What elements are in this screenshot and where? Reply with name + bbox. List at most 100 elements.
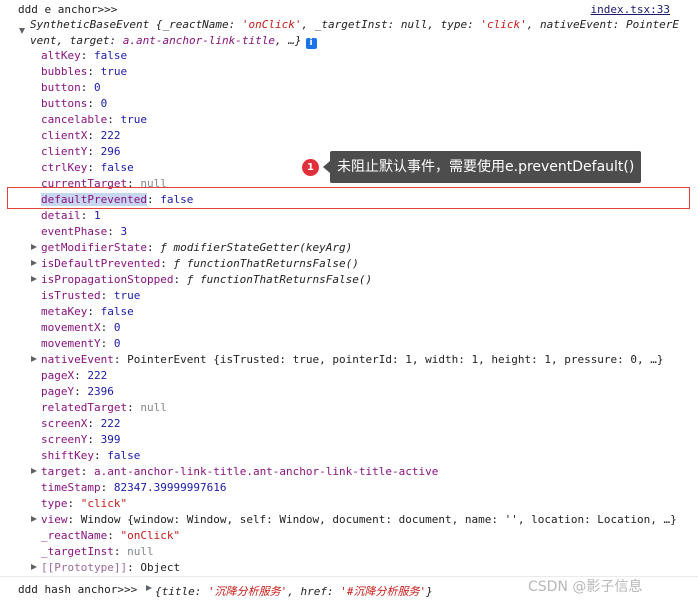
- property-value: null: [127, 545, 154, 558]
- property-key: detail: [41, 209, 81, 222]
- collapse-triangle-icon[interactable]: [19, 28, 25, 34]
- property-value: ƒ functionThatReturnsFalse(): [186, 273, 373, 286]
- property-row[interactable]: pageX: 222: [41, 368, 107, 384]
- key-separator: :: [93, 449, 108, 462]
- key-separator: :: [80, 49, 94, 62]
- property-row[interactable]: metaKey: false: [41, 304, 134, 320]
- key-separator: :: [146, 241, 161, 254]
- property-value: 0: [113, 321, 121, 334]
- property-row[interactable]: relatedTarget: null: [41, 400, 167, 416]
- property-key: relatedTarget: [41, 401, 128, 414]
- source-link[interactable]: index.tsx:33: [591, 3, 670, 16]
- property-key: buttons: [41, 97, 88, 110]
- property-row[interactable]: isTrusted: true: [41, 288, 140, 304]
- property-value: 0: [113, 337, 121, 350]
- summary-mid: , _targetInst: null, type:: [301, 18, 481, 31]
- hash-title-value: '沉降分析服务': [207, 585, 288, 598]
- property-value: 296: [100, 145, 121, 158]
- property-row[interactable]: type: "click": [41, 496, 127, 512]
- expand-triangle-icon[interactable]: [146, 585, 152, 591]
- property-row[interactable]: _targetInst: null: [41, 544, 154, 560]
- property-value: PointerEvent {isTrusted: true, pointerId…: [127, 353, 664, 366]
- property-row[interactable]: movementY: 0: [41, 336, 120, 352]
- expand-triangle-icon[interactable]: [31, 276, 37, 282]
- expand-triangle-icon[interactable]: [31, 564, 37, 570]
- summary-target: a.ant-anchor-link-title: [122, 34, 276, 47]
- summary-type: 'click': [480, 18, 527, 31]
- property-row[interactable]: getModifierState: ƒ modifierStateGetter(…: [41, 240, 352, 256]
- property-value: false: [100, 305, 134, 318]
- property-value: 0: [94, 81, 101, 94]
- property-value: true: [120, 113, 147, 126]
- property-key: pageY: [41, 385, 75, 398]
- key-separator: :: [160, 257, 174, 270]
- property-row[interactable]: pageY: 2396: [41, 384, 114, 400]
- hash-log-label: ddd hash anchor>>>: [18, 583, 138, 596]
- expand-triangle-icon[interactable]: [31, 468, 37, 474]
- property-row[interactable]: screenX: 222: [41, 416, 120, 432]
- hash-log-object[interactable]: {title: '沉降分析服务', href: '#沉降分析服务'}: [155, 583, 433, 599]
- property-value: "click": [80, 497, 128, 510]
- expand-triangle-icon[interactable]: [31, 244, 37, 250]
- info-icon[interactable]: i: [305, 38, 317, 49]
- property-row[interactable]: movementX: 0: [41, 320, 120, 336]
- key-separator: :: [113, 545, 128, 558]
- property-row[interactable]: cancelable: true: [41, 112, 147, 128]
- property-row[interactable]: shiftKey: false: [41, 448, 140, 464]
- property-key: type: [41, 497, 68, 510]
- annotation-number-badge: 1: [302, 159, 319, 176]
- property-value: 2396: [87, 385, 114, 398]
- expand-triangle-icon[interactable]: [31, 516, 37, 522]
- log-label: ddd e anchor>>>: [18, 3, 118, 16]
- property-row[interactable]: clientY: 296: [41, 144, 120, 160]
- property-value: 222: [87, 369, 108, 382]
- expand-triangle-icon[interactable]: [31, 356, 37, 362]
- property-value: ƒ functionThatReturnsFalse(): [173, 257, 359, 270]
- key-separator: :: [74, 369, 88, 382]
- property-key: [[Prototype]]: [41, 561, 128, 574]
- hash-href-value: '#沉降分析服务': [340, 585, 427, 598]
- property-key: pageX: [41, 369, 75, 382]
- property-row[interactable]: screenY: 399: [41, 432, 120, 448]
- property-row[interactable]: isPropagationStopped: ƒ functionThatRetu…: [41, 272, 372, 288]
- property-value: 222: [100, 417, 121, 430]
- property-value: Window {window: Window, self: Window, do…: [80, 513, 677, 526]
- property-row[interactable]: bubbles: true: [41, 64, 127, 80]
- callout-arrow: [323, 161, 330, 173]
- property-value: Object: [140, 561, 181, 574]
- key-separator: :: [80, 81, 94, 94]
- property-row[interactable]: [[Prototype]]: Object: [41, 560, 180, 576]
- key-separator: :: [87, 417, 101, 430]
- property-row[interactable]: eventPhase: 3: [41, 224, 127, 240]
- property-row[interactable]: buttons: 0: [41, 96, 107, 112]
- key-separator: :: [87, 433, 101, 446]
- property-row[interactable]: _reactName: "onClick": [41, 528, 180, 544]
- key-separator: :: [67, 513, 81, 526]
- property-row[interactable]: altKey: false: [41, 48, 127, 64]
- key-separator: :: [113, 353, 128, 366]
- property-row[interactable]: target: a.ant-anchor-link-title.ant-anch…: [41, 464, 438, 480]
- property-row[interactable]: view: Window {window: Window, self: Wind…: [41, 512, 677, 528]
- property-value: false: [107, 449, 141, 462]
- property-key: cancelable: [41, 113, 108, 126]
- csdn-watermark: CSDN @影子信息: [528, 579, 643, 595]
- property-row[interactable]: button: 0: [41, 80, 101, 96]
- key-separator: :: [87, 97, 101, 110]
- property-key: screenX: [41, 417, 88, 430]
- key-separator: :: [67, 497, 81, 510]
- property-value: false: [94, 49, 128, 62]
- property-value: 1: [94, 209, 101, 222]
- property-row[interactable]: clientX: 222: [41, 128, 120, 144]
- property-row[interactable]: detail: 1: [41, 208, 101, 224]
- property-key: movementX: [41, 321, 101, 334]
- summary-prefix: SyntheticBaseEvent {_reactName:: [30, 18, 242, 31]
- key-separator: :: [173, 273, 187, 286]
- property-key: shiftKey: [41, 449, 94, 462]
- key-separator: :: [100, 289, 114, 302]
- property-row[interactable]: isDefaultPrevented: ƒ functionThatReturn…: [41, 256, 359, 272]
- expand-triangle-icon[interactable]: [31, 260, 37, 266]
- property-row[interactable]: ctrlKey: false: [41, 160, 134, 176]
- event-summary[interactable]: SyntheticBaseEvent {_reactName: 'onClick…: [30, 17, 680, 49]
- property-row[interactable]: timeStamp: 82347.39999997616: [41, 480, 226, 496]
- property-row[interactable]: nativeEvent: PointerEvent {isTrusted: tr…: [41, 352, 664, 368]
